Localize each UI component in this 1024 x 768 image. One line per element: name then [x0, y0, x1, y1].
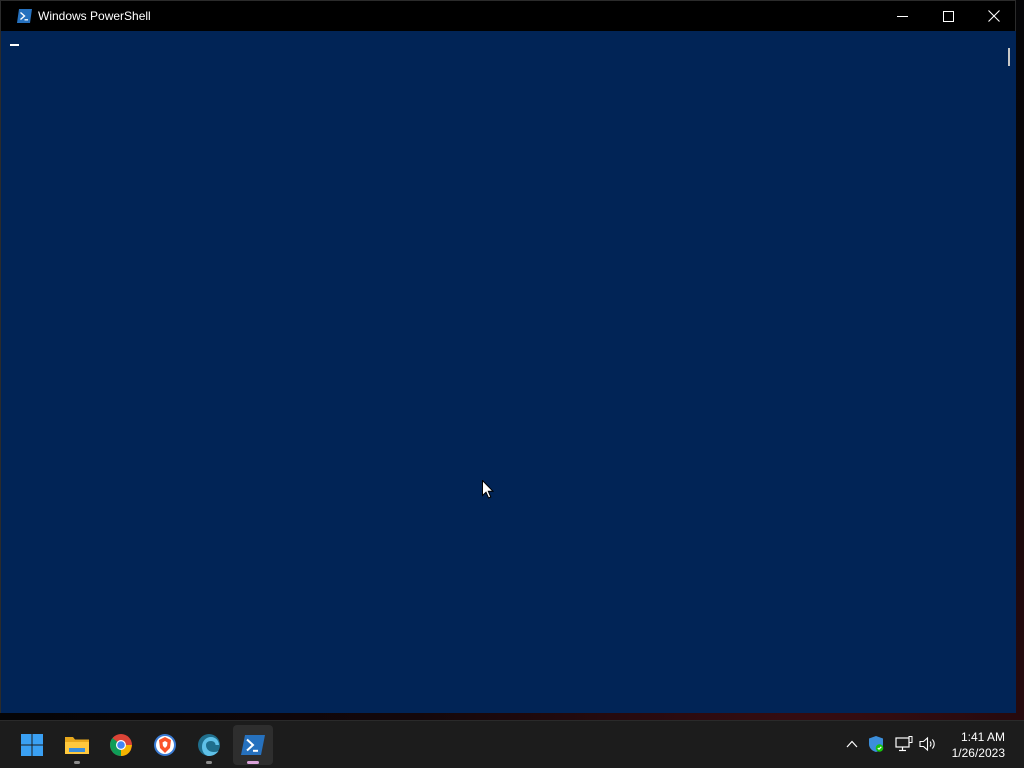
title-bar[interactable]: Windows PowerShell	[1, 1, 1015, 31]
clock-date: 1/26/2023	[951, 746, 1005, 760]
taskbar-edge[interactable]	[189, 725, 229, 765]
show-hidden-icons-button[interactable]	[842, 734, 862, 754]
text-cursor	[10, 44, 19, 46]
chrome-icon	[109, 734, 132, 756]
start-button[interactable]	[12, 725, 52, 765]
maximize-button[interactable]	[925, 1, 971, 31]
window-title: Windows PowerShell	[38, 9, 151, 23]
taskbar-clock[interactable]: 1:41 AM 1/26/2023	[952, 729, 1005, 761]
volume-icon	[919, 736, 935, 752]
network-icon	[895, 736, 913, 752]
minimize-icon	[896, 15, 908, 17]
clock-time: 1:41 AM	[960, 730, 1005, 744]
security-tray-button[interactable]	[866, 734, 886, 754]
powershell-icon	[17, 9, 32, 23]
volume-tray-button[interactable]	[918, 734, 938, 754]
window-left-edge	[1, 31, 8, 713]
network-tray-button[interactable]	[894, 734, 914, 754]
brave-icon	[154, 734, 176, 756]
close-button[interactable]	[971, 1, 1017, 31]
taskbar-powershell[interactable]	[233, 725, 273, 765]
windows-start-icon	[21, 734, 43, 756]
folder-icon	[65, 737, 89, 754]
close-icon	[988, 10, 1000, 22]
vertical-scrollbar[interactable]	[1002, 31, 1016, 713]
active-indicator	[247, 761, 259, 764]
chevron-up-icon	[846, 740, 858, 748]
security-shield-icon	[869, 736, 884, 752]
running-indicator	[206, 761, 212, 764]
taskbar-brave[interactable]	[145, 725, 185, 765]
maximize-icon	[942, 10, 954, 22]
minimize-button[interactable]	[879, 1, 925, 31]
powershell-icon	[241, 735, 265, 755]
powershell-window: Windows PowerShell	[0, 0, 1016, 713]
taskbar-chrome[interactable]	[101, 725, 141, 765]
console-output-area[interactable]	[8, 31, 1002, 713]
scrollbar-thumb[interactable]	[1008, 48, 1010, 66]
taskbar-file-explorer[interactable]	[57, 725, 97, 765]
taskbar: 1:41 AM 1/26/2023	[0, 720, 1024, 768]
mouse-pointer-icon	[482, 480, 494, 499]
edge-icon	[198, 734, 220, 756]
running-indicator	[74, 761, 80, 764]
